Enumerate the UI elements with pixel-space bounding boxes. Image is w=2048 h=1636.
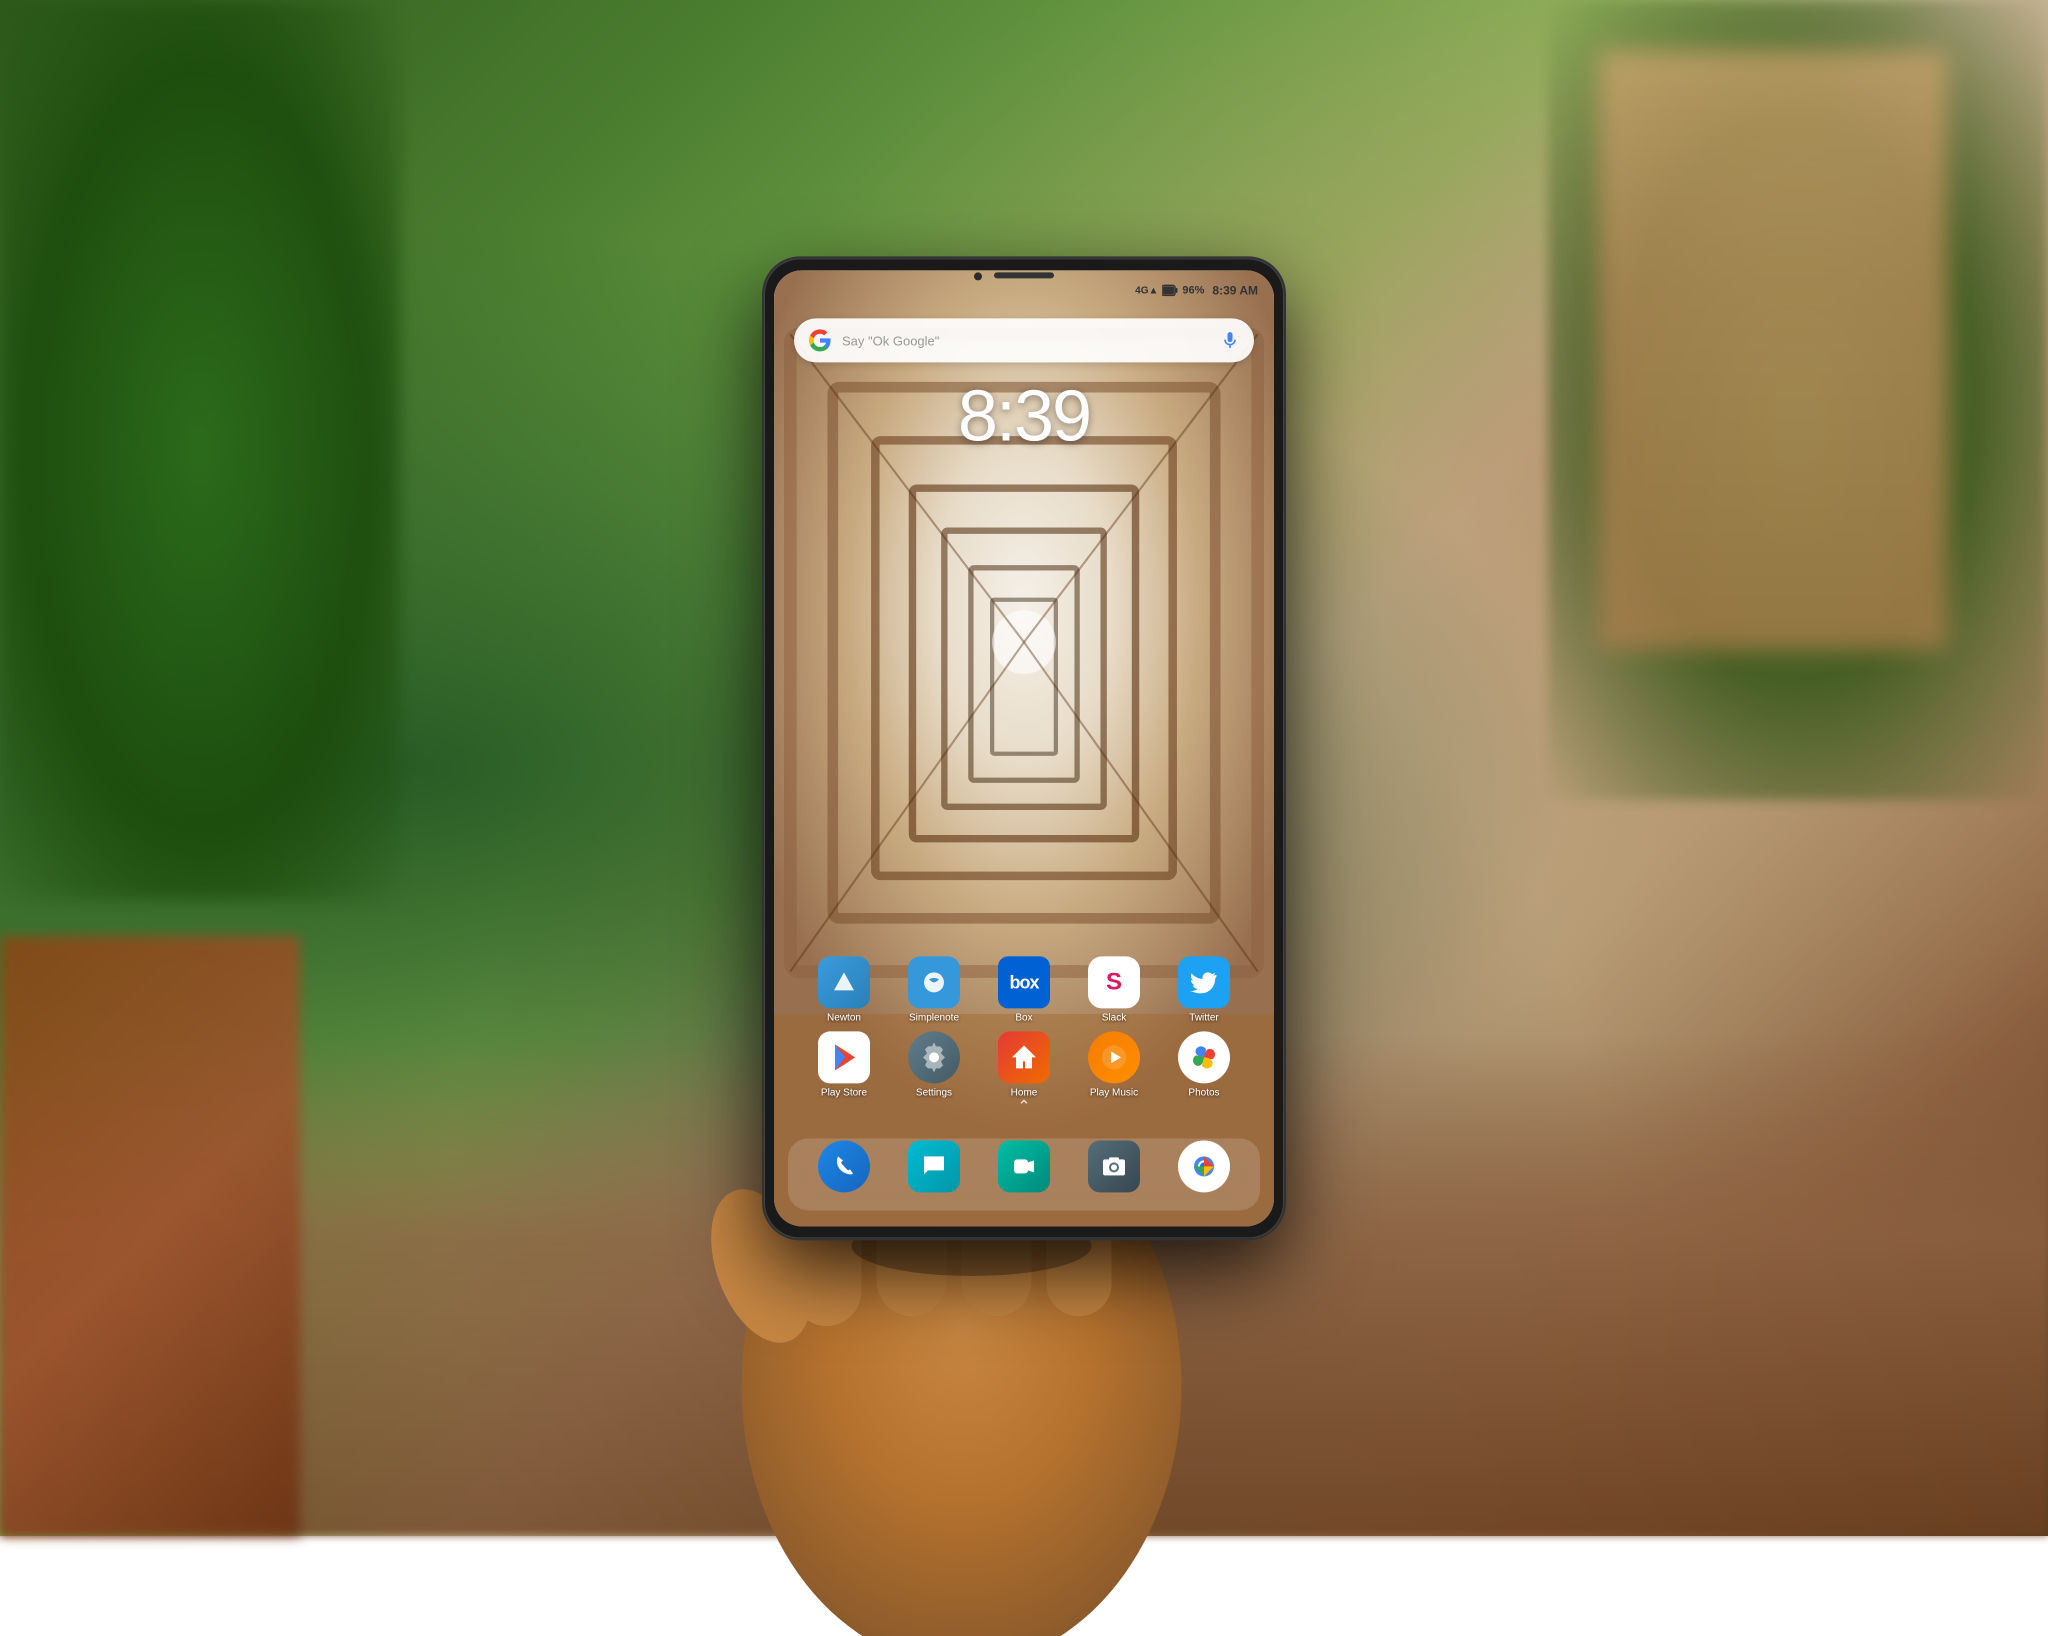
simplenote-icon (908, 956, 960, 1008)
photos-icon (1178, 1031, 1230, 1083)
app-slack[interactable]: S Slack (1078, 956, 1150, 1023)
slack-icon: S (1088, 956, 1140, 1008)
clock-time: 8:39 (774, 380, 1274, 452)
messages-icon (908, 1140, 960, 1192)
slack-label: Slack (1078, 1012, 1150, 1023)
app-box[interactable]: box Box (988, 956, 1060, 1023)
app-playstore[interactable]: Play Store (808, 1031, 880, 1098)
newton-icon (818, 956, 870, 1008)
search-placeholder: Say "Ok Google" (842, 333, 1220, 348)
google-logo (808, 328, 832, 352)
app-row-2: Play Store Settings (774, 1031, 1274, 1098)
phone-screen: 4G▲ 96% 8:39 AM (774, 270, 1274, 1226)
mic-icon[interactable] (1220, 330, 1240, 350)
battery-icon (1162, 284, 1178, 296)
twitter-label: Twitter (1168, 1012, 1240, 1023)
app-home[interactable]: Home (988, 1031, 1060, 1098)
app-newton[interactable]: Newton (808, 956, 880, 1023)
speaker (994, 272, 1054, 278)
battery-percent: 96% (1182, 284, 1204, 296)
camera-icon (1088, 1140, 1140, 1192)
twitter-icon (1178, 956, 1230, 1008)
front-camera (974, 272, 982, 280)
phone-device: 4G▲ 96% 8:39 AM (764, 258, 1284, 1238)
home-icon (998, 1031, 1050, 1083)
box-label: Box (988, 1012, 1060, 1023)
duo-icon (998, 1140, 1050, 1192)
dock (774, 1140, 1274, 1196)
newton-label: Newton (808, 1012, 880, 1023)
app-playmusic[interactable]: Play Music (1078, 1031, 1150, 1098)
phone-icon (818, 1140, 870, 1192)
app-row-1: Newton Simplenote box (774, 956, 1274, 1023)
drawer-chevron-icon: ⌃ (1017, 1096, 1030, 1116)
app-drawer-handle[interactable]: ⌃ (774, 1096, 1274, 1116)
app-photos[interactable]: Photos (1168, 1031, 1240, 1098)
playstore-icon (818, 1031, 870, 1083)
box-icon: box (998, 956, 1050, 1008)
app-simplenote[interactable]: Simplenote (898, 956, 970, 1023)
time-display: 8:39 AM (1212, 283, 1258, 297)
dock-duo[interactable] (988, 1140, 1060, 1196)
google-search-bar[interactable]: Say "Ok Google" (794, 318, 1254, 362)
dock-messages[interactable] (898, 1140, 970, 1196)
app-twitter[interactable]: Twitter (1168, 956, 1240, 1023)
dock-camera[interactable] (1078, 1140, 1150, 1196)
dock-chrome[interactable] (1168, 1140, 1240, 1196)
settings-icon (908, 1031, 960, 1083)
simplenote-label: Simplenote (898, 1012, 970, 1023)
dock-phone[interactable] (808, 1140, 880, 1196)
clock-widget: 8:39 (774, 380, 1274, 452)
chrome-icon (1178, 1140, 1230, 1192)
status-icons: 4G▲ 96% 8:39 AM (1135, 283, 1258, 297)
playmusic-icon (1088, 1031, 1140, 1083)
apps-container: Newton Simplenote box (774, 956, 1274, 1106)
signal-icon: 4G▲ (1135, 285, 1158, 296)
app-settings[interactable]: Settings (898, 1031, 970, 1098)
